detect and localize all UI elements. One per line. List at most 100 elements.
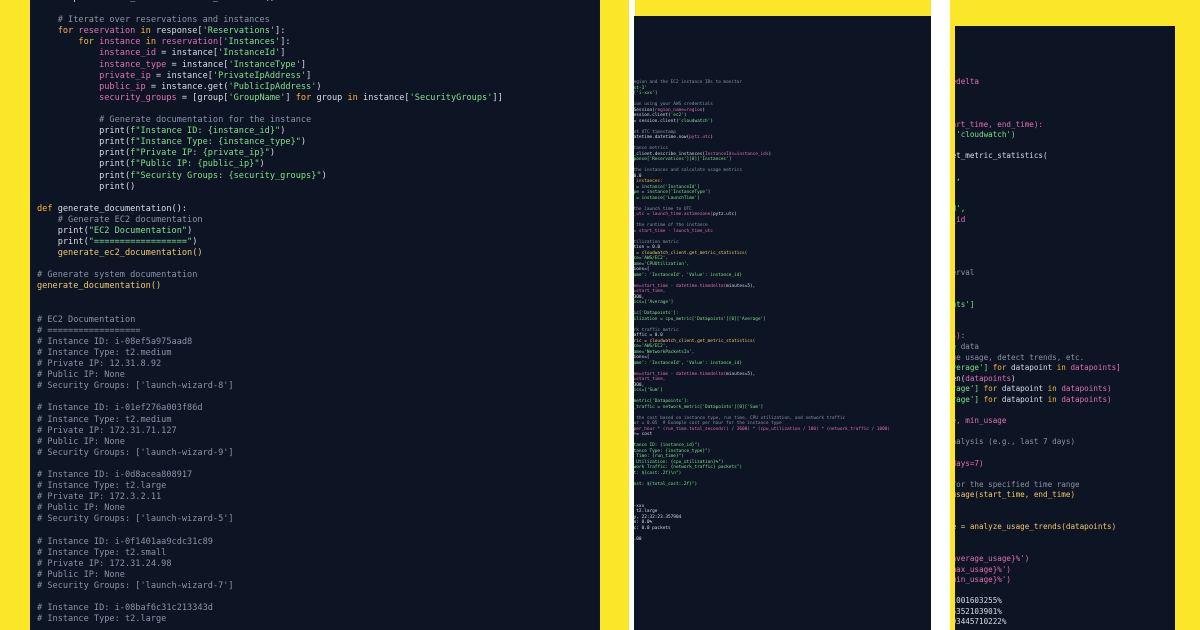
- code-token: # Instance Type: t2.medium: [37, 414, 172, 425]
- code-token: ime=start_time - datetime.timedelta(: [634, 371, 727, 377]
- code-token: ge data: [955, 342, 980, 352]
- code-token: public_ip: [37, 81, 146, 92]
- code-token: Cost: ${total_cost:.2f}"): [634, 481, 698, 487]
- code-token: f"Public IP: {public_ip}": [130, 159, 260, 170]
- code-line: {max_usage}%'): [955, 565, 1121, 576]
- code-token: age usage, detect trends, etc.: [955, 352, 1085, 362]
- code-line: print(f"Instance Type: {instance_type}"): [37, 137, 503, 148]
- code-panel-ec2-documentation: response = ec2_client.describe_instances…: [30, 0, 600, 630]
- code-token: f"Security Groups: {security_groups}": [130, 170, 322, 181]
- code-line: {min_usage}%'): [955, 575, 1121, 586]
- code-token: {min_usage}%'): [955, 575, 1012, 585]
- code-token: # Security Groups: ['launch-wizard-9']: [37, 447, 234, 458]
- code-token: _per_hour * (run_time.total_seconds() / …: [634, 426, 891, 432]
- code-token: # Instance ID: i-08baf6c31c213343d: [37, 603, 213, 614]
- code-token: "==================": [88, 237, 193, 248]
- code-token: = start_time - launch_time_utc: [634, 228, 713, 234]
- code-token: ): [259, 159, 265, 170]
- code-line: 45352103901%: [955, 607, 1121, 618]
- code-line: {average_usage}%'): [955, 554, 1121, 565]
- code-token: Name': 'InstanceId', 'Value': instance_i…: [634, 272, 743, 278]
- code-token: f"Instance ID: {instance_id}": [130, 126, 281, 137]
- code-line: 21001603255%: [955, 596, 1121, 607]
- code-token: generate_documentation():: [57, 203, 188, 214]
- code-token: n instances:: [634, 179, 663, 184]
- code-token: ]:: [280, 37, 291, 48]
- code-line: erage'] for datapoint in datapoints): [955, 384, 1121, 395]
- code-token: private_ip: [37, 70, 151, 81]
- code-line: age usage, detect trends, etc.: [955, 353, 1121, 364]
- code-token: # Security Groups: ['launch-wizard-7']: [37, 580, 234, 591]
- code-line: print(f"Private IP: {private_ip}"): [37, 148, 503, 159]
- code-token: = instance[: [156, 48, 219, 59]
- code-token: e the runtime of the instance: [634, 223, 708, 228]
- panel-separator: [931, 0, 950, 630]
- code-token: ge, min_usage: [955, 416, 1007, 426]
- code-token: ): [768, 151, 772, 157]
- code-token: 2_client.describe_instances(: [634, 151, 706, 157]
- code-token: # Private IP: 172.31.24.98: [37, 558, 172, 569]
- code-token: for: [295, 92, 317, 103]
- code-token: 'PublicIpAddress': [228, 81, 317, 92]
- code-token: # Instance Type: t2.small: [37, 547, 167, 558]
- code-line: len(datapoints): [955, 374, 1121, 385]
- code-line: # Instance Type: t2.large: [37, 614, 503, 625]
- code-token: 'cloudwatch': [678, 118, 711, 124]
- code-line: medelta: [955, 77, 1121, 88]
- code-line: # Security Groups: ['launch-wizard-9']: [37, 448, 503, 459]
- code-token: # Iterate over reservations and instance…: [37, 15, 270, 26]
- code-token: ]: [306, 70, 312, 81]
- code-token: raffic = 0.0: [634, 333, 663, 338]
- code-line: for reservation in response['Reservation…: [37, 26, 503, 37]
- code-token: =300,: [634, 382, 645, 388]
- code-token: ]]: [492, 92, 503, 103]
- code-token: reservation: [78, 26, 136, 37]
- code-token: # Instance ID: i-0f1401aa9cdc31c89: [37, 536, 213, 547]
- code-token: pytz.utc: [712, 212, 735, 217]
- code-line: # Instance ID: i-0f1401aa9cdc31c89: [37, 537, 503, 548]
- code-token: Name='CPUUtilization',: [634, 261, 690, 267]
- code-token: ork traffic metric: [634, 327, 679, 333]
- code-token: ric['Datapoints']:: [634, 311, 679, 316]
- code-token: = instance[: [166, 59, 229, 70]
- code-token: reservation[: [161, 37, 224, 48]
- code-line: # Generate system documentation: [37, 270, 503, 281]
- code-token: ent UTC timestamp: [634, 129, 676, 135]
- code-token: # EC2 Documentation: [37, 314, 136, 325]
- code-token: sion using your AWS credentials: [634, 102, 713, 107]
- code-token: print(): [37, 181, 136, 192]
- code-line: for instance in reservation['Instances']…: [37, 37, 503, 48]
- code-token: datapoints): [1061, 384, 1112, 394]
- code-token: # Security Groups: ['launch-wizard-8']: [37, 381, 234, 392]
- code-token: for: [979, 384, 1002, 394]
- code-token: tics=['Sum']: [634, 388, 663, 393]
- code-token: Id',: [955, 204, 966, 214]
- code-token: ): [187, 225, 193, 236]
- code-token: ): [269, 148, 276, 159]
- code-line: # Instance ID: i-08ef5a975aad8: [37, 337, 503, 348]
- code-line: instance_id = instance['InstanceId']: [37, 48, 503, 59]
- code-line: # Instance ID: i-01ef276a003f86d: [37, 403, 503, 414]
- code-token: # Public IP: None: [37, 436, 125, 447]
- code-line: # Public IP: None: [37, 570, 503, 581]
- code-token: tart_time, end_time):: [955, 119, 1044, 129]
- code-token: 45352103901%: [955, 606, 1002, 616]
- code-line: terval: [955, 268, 1121, 279]
- code-token: Average']: [955, 363, 989, 373]
- code-token: += cost: [634, 432, 653, 437]
- code-token: # Generate system documentation: [37, 270, 198, 281]
- code-line: # EC2 Documentation: [37, 315, 503, 326]
- code-token: ast-1': [634, 85, 647, 91]
- code-token: 293445710222%: [955, 617, 1007, 627]
- code-token: ace='AWS/EC2',: [634, 256, 669, 261]
